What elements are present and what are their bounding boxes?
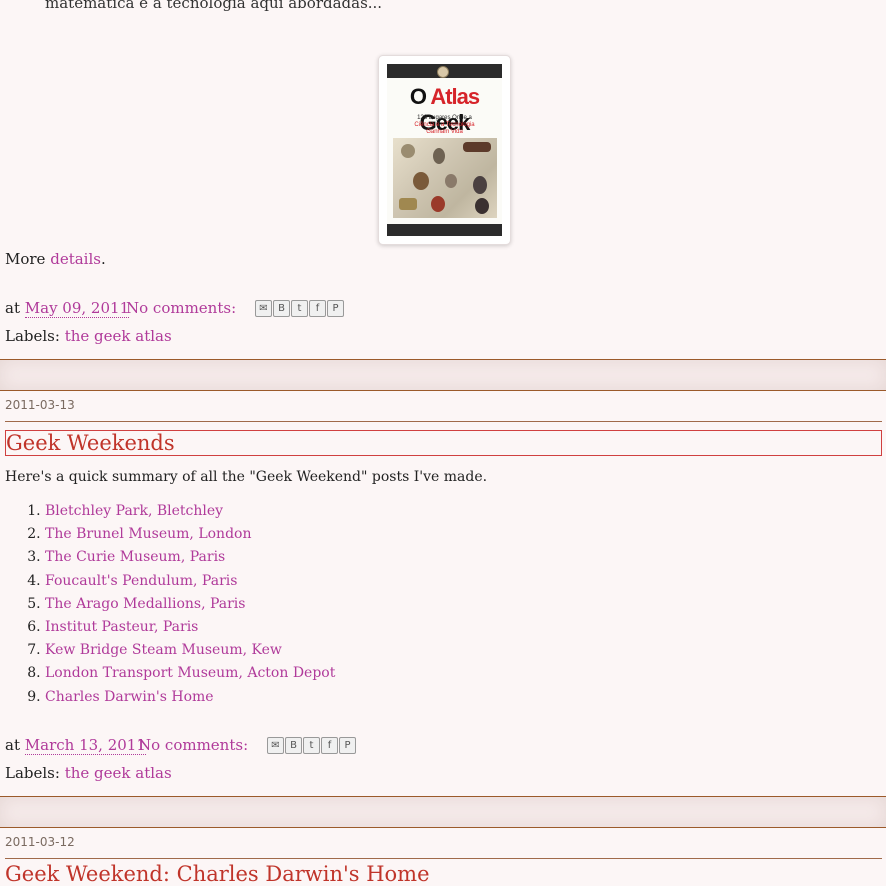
share-buttons: ✉ B t f P — [267, 737, 356, 754]
list-item: Charles Darwin's Home — [45, 686, 335, 709]
list-item-link[interactable]: The Curie Museum, Paris — [45, 549, 225, 565]
list-item-link[interactable]: London Transport Museum, Acton Depot — [45, 665, 335, 681]
post-footer: at May 09, 2011 — [5, 299, 130, 318]
post-title[interactable]: Geek Weekend: Charles Darwin's Home — [5, 862, 430, 886]
list-item-link[interactable]: Charles Darwin's Home — [45, 689, 214, 705]
post-intro: Here's a quick summary of all the "Geek … — [5, 469, 488, 485]
details-link[interactable]: details — [50, 250, 101, 268]
list-item-link[interactable]: Foucault's Pendulum, Paris — [45, 573, 237, 589]
list-item: The Curie Museum, Paris — [45, 546, 335, 569]
email-icon[interactable]: ✉ — [255, 300, 272, 317]
book-subtitle: 128 Lugares Onde a Ciência e a Tecnologi… — [414, 115, 475, 135]
twitter-icon[interactable]: t — [291, 300, 308, 317]
facebook-icon[interactable]: f — [309, 300, 326, 317]
date-header: 2011-03-13 — [5, 398, 75, 412]
label-link[interactable]: the geek atlas — [65, 327, 172, 345]
post-excerpt-text: matemática e a tecnologia aqui abordadas… — [45, 0, 383, 12]
list-item-link[interactable]: Kew Bridge Steam Museum, Kew — [45, 642, 282, 658]
share-buttons: ✉ B t f P — [255, 300, 344, 317]
post-date-link[interactable]: May 09, 2011 — [24, 299, 130, 318]
book-illustration — [393, 138, 497, 218]
more-details-text: More details. — [5, 250, 106, 268]
list-item-link[interactable]: Bletchley Park, Bletchley — [45, 503, 223, 519]
list-item-link[interactable]: The Brunel Museum, London — [45, 526, 251, 542]
comments-link[interactable]: No comments: — [138, 736, 248, 754]
list-item-link[interactable]: Institut Pasteur, Paris — [45, 619, 198, 635]
post-labels: Labels: the geek atlas — [5, 764, 172, 782]
blogger-icon[interactable]: B — [273, 300, 290, 317]
post-footer: at March 13, 2011 — [5, 736, 146, 755]
comments-link[interactable]: No comments: — [126, 299, 236, 317]
list-item: The Brunel Museum, London — [45, 523, 335, 546]
list-item: The Arago Medallions, Paris — [45, 593, 335, 616]
list-item: Institut Pasteur, Paris — [45, 616, 335, 639]
list-item: Bletchley Park, Bletchley — [45, 500, 335, 523]
list-item-link[interactable]: The Arago Medallions, Paris — [45, 596, 245, 612]
pinterest-icon[interactable]: P — [339, 737, 356, 754]
book-cover-image[interactable]: O Atlas Geek 128 Lugares Onde a Ciência … — [378, 55, 511, 245]
date-header: 2011-03-12 — [5, 835, 75, 849]
list-item: Foucault's Pendulum, Paris — [45, 570, 335, 593]
post-labels: Labels: the geek atlas — [5, 327, 172, 345]
label-link[interactable]: the geek atlas — [65, 764, 172, 782]
list-item: London Transport Museum, Acton Depot — [45, 662, 335, 685]
post-list: Bletchley Park, Bletchley The Brunel Mus… — [0, 500, 335, 709]
pinterest-icon[interactable]: P — [327, 300, 344, 317]
post-title[interactable]: Geek Weekends — [5, 430, 882, 456]
blogger-icon[interactable]: B — [285, 737, 302, 754]
book-cover: O Atlas Geek 128 Lugares Onde a Ciência … — [387, 64, 502, 236]
facebook-icon[interactable]: f — [321, 737, 338, 754]
compass-icon — [437, 66, 449, 78]
twitter-icon[interactable]: t — [303, 737, 320, 754]
list-item: Kew Bridge Steam Museum, Kew — [45, 639, 335, 662]
post-date-link[interactable]: March 13, 2011 — [24, 736, 146, 755]
email-icon[interactable]: ✉ — [267, 737, 284, 754]
